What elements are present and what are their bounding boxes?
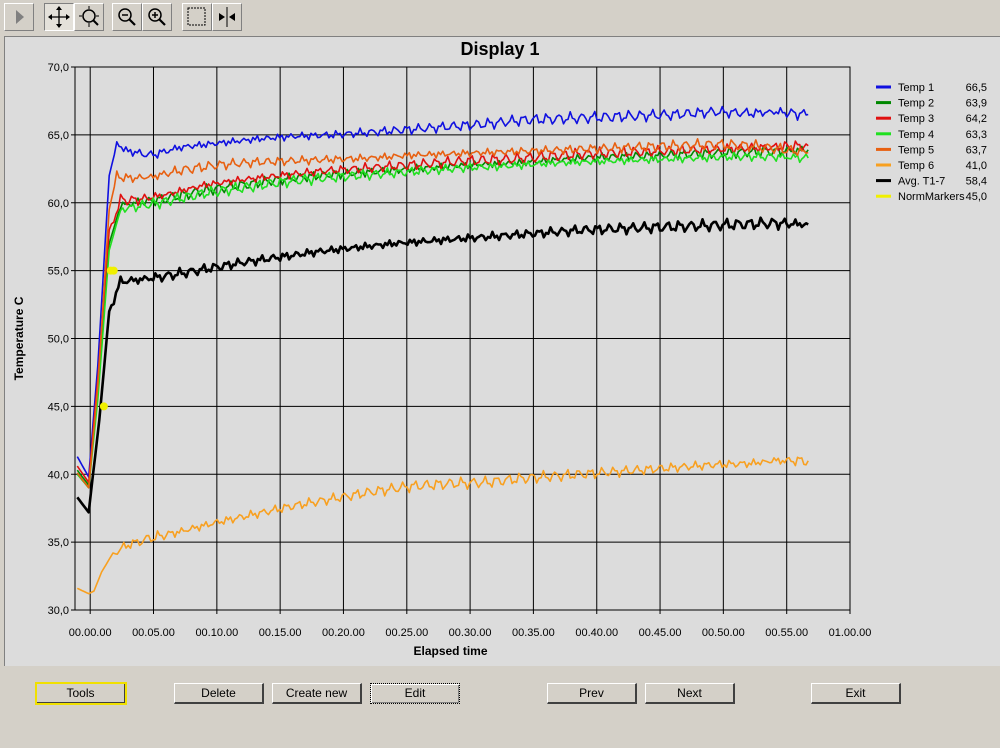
bottom-bar — [0, 666, 1000, 748]
exit-button[interactable]: Exit — [811, 683, 901, 704]
x-tick-label: 00.35.00 — [512, 627, 555, 639]
prev-button[interactable]: Prev — [547, 683, 637, 704]
x-tick-label: 00.25.00 — [385, 627, 428, 639]
legend-label: Temp 3 — [898, 113, 934, 125]
x-tick-label: 00.00.00 — [69, 627, 112, 639]
y-tick-label: 65,0 — [48, 130, 69, 142]
y-tick-label: 50,0 — [48, 334, 69, 346]
legend-value: 63,9 — [966, 98, 987, 110]
legend-value: 58,4 — [966, 176, 987, 188]
legend-label: Avg. T1-7 — [898, 176, 945, 188]
x-tick-label: 00.55.00 — [765, 627, 808, 639]
x-tick-label: 00.30.00 — [449, 627, 492, 639]
x-axis-label: Elapsed time — [413, 644, 487, 658]
x-tick-label: 00.05.00 — [132, 627, 175, 639]
legend-label: Temp 6 — [898, 160, 934, 172]
y-tick-label: 30,0 — [48, 605, 69, 617]
next-button[interactable]: Next — [645, 683, 735, 704]
x-tick-label: 00.15.00 — [259, 627, 302, 639]
y-tick-label: 40,0 — [48, 469, 69, 481]
y-tick-label: 70,0 — [48, 62, 69, 74]
edit-button[interactable]: Edit — [370, 683, 460, 704]
legend-label: Temp 2 — [898, 98, 934, 110]
legend-value: 45,0 — [966, 191, 987, 203]
y-tick-label: 55,0 — [48, 266, 69, 278]
tools-button[interactable]: Tools — [35, 682, 127, 705]
legend-value: 41,0 — [966, 160, 987, 172]
x-tick-label: 00.45.00 — [639, 627, 682, 639]
legend-label: NormMarkers — [898, 191, 965, 203]
y-tick-label: 45,0 — [48, 401, 69, 413]
y-tick-label: 60,0 — [48, 198, 69, 210]
chart: 30,0 35,0 40,0 45,0 50,0 55,0 60,0 65,0 70,0 00.0… — [12, 62, 987, 658]
x-tick-label: 00.10.00 — [195, 627, 238, 639]
x-tick-label: 00.50.00 — [702, 627, 745, 639]
y-tick-label: 35,0 — [48, 537, 69, 549]
norm-marker-point — [109, 266, 118, 275]
create-new-button[interactable]: Create new — [272, 683, 362, 704]
x-tick-label: 00.40.00 — [575, 627, 618, 639]
x-tick-label: 01.00.00 — [829, 627, 872, 639]
delete-button[interactable]: Delete — [174, 683, 264, 704]
legend-label: Temp 5 — [898, 144, 934, 156]
legend-label: Temp 4 — [898, 129, 934, 141]
x-tick-label: 00.20.00 — [322, 627, 365, 639]
legend-value: 63,7 — [966, 144, 987, 156]
legend-value: 66,5 — [966, 82, 987, 94]
legend-label: Temp 1 — [898, 82, 934, 94]
legend-value: 63,3 — [966, 129, 987, 141]
y-axis-label: Temperature C — [12, 296, 26, 380]
norm-marker-point — [99, 402, 108, 411]
legend-value: 64,2 — [966, 113, 987, 125]
